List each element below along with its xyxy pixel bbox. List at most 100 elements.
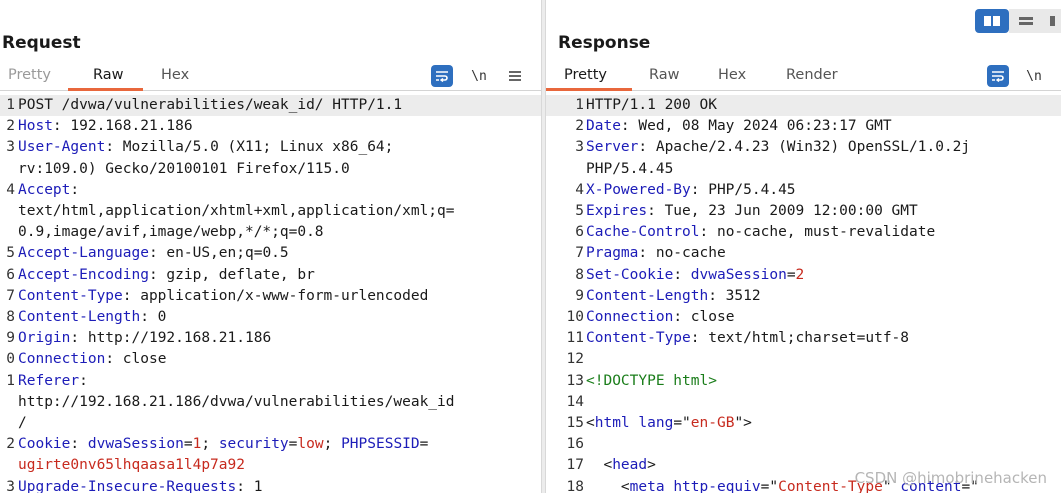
line-text: HTTP/1.1 200 OK	[586, 95, 717, 116]
code-line: 9 Origin: http://192.168.21.186	[0, 328, 541, 349]
value-token: 2	[795, 266, 805, 283]
text-token: <	[586, 415, 595, 432]
text-token: : 3512	[708, 287, 761, 304]
code-line: 4 Accept:	[0, 180, 541, 201]
code-line: 3 User-Agent: Mozilla/5.0 (X11; Linux x86…	[0, 137, 541, 158]
header-name: Set-Cookie	[586, 266, 674, 283]
line-number: 12	[566, 351, 584, 368]
line-text: Origin: http://192.168.21.186	[18, 328, 271, 349]
text-token: 0.9,image/avif,image/webp,*/*;q=0.8	[18, 224, 324, 241]
single-view-icon[interactable]	[1009, 9, 1043, 33]
newline-toggle-icon[interactable]: \n	[1023, 65, 1045, 87]
line-number: 14	[566, 393, 584, 410]
response-tab-hex[interactable]: Hex	[718, 67, 746, 83]
line-number	[0, 392, 18, 413]
code-line: 2 Cookie: dvwaSession=1; security=low; PH…	[0, 434, 541, 455]
line-text: Referer:	[18, 371, 88, 392]
text-token: : close	[105, 351, 167, 368]
header-name: Expires	[586, 203, 648, 220]
text-token: : close	[673, 309, 735, 326]
text-token: ;	[323, 436, 342, 453]
line-number: 0	[6, 351, 15, 368]
wrap-lines-icon[interactable]	[987, 65, 1009, 87]
line-text: Content-Length: 3512	[586, 286, 761, 307]
line-text: Cookie: dvwaSession=1; security=low; PHP…	[18, 434, 428, 455]
text-token: : en-US,en;q=0.5	[148, 245, 289, 262]
newline-toggle-icon[interactable]: \n	[468, 65, 490, 87]
text-token: : 1	[236, 478, 263, 493]
code-line: http://192.168.21.186/dvwa/vulnerabiliti…	[0, 392, 541, 413]
text-token: : gzip, deflate, br	[148, 266, 315, 283]
request-panel: Request Pretty Raw Hex \n 1 POST /dvwa/vu…	[0, 0, 541, 493]
line-text: <html lang="en-GB">	[586, 413, 752, 434]
line-number: 3	[6, 139, 15, 156]
line-text: Content-Type: application/x-www-form-url…	[18, 286, 428, 307]
line-number	[0, 222, 18, 243]
line-number: 2	[6, 118, 15, 135]
request-editor[interactable]: 1 POST /dvwa/vulnerabilities/weak_id/ HTT…	[0, 95, 541, 493]
line-number: 7	[6, 287, 15, 304]
line-text: Pragma: no-cache	[586, 243, 726, 264]
header-name: Server	[586, 139, 639, 156]
code-line: rv:109.0) Gecko/20100101 Firefox/115.0	[0, 159, 541, 180]
request-tabs: Pretty Raw Hex \n	[0, 62, 541, 91]
line-text: PHP/5.4.45	[586, 159, 673, 180]
header-name: dvwaSession	[87, 436, 184, 453]
code-line: 7 Pragma: no-cache	[546, 243, 1061, 264]
response-active-tab-underline	[546, 88, 632, 91]
text-token: PHP/5.4.45	[586, 160, 674, 177]
value-token: low	[297, 436, 324, 453]
header-name: lang	[638, 415, 674, 432]
header-name: Date	[586, 118, 621, 135]
line-text: Content-Length: 0	[18, 307, 166, 328]
line-text: <!DOCTYPE html>	[586, 371, 717, 392]
code-line: 8 Content-Length: 0	[0, 307, 541, 328]
line-number: 15	[566, 415, 584, 432]
code-line: 13 <!DOCTYPE html>	[546, 371, 1061, 392]
line-number: 11	[566, 330, 584, 347]
header-name: Accept	[18, 181, 71, 198]
split-view-icon[interactable]	[975, 9, 1009, 33]
request-tab-pretty[interactable]: Pretty	[8, 67, 51, 83]
collapse-view-icon[interactable]	[1043, 9, 1061, 33]
request-tab-hex[interactable]: Hex	[161, 67, 189, 83]
response-tab-render[interactable]: Render	[786, 67, 838, 83]
header-name: Host	[18, 118, 53, 135]
line-text: X-Powered-By: PHP/5.4.45	[586, 180, 796, 201]
wrap-lines-icon[interactable]	[431, 65, 453, 87]
text-token: : Wed, 08 May 2024 06:23:17 GMT	[620, 118, 892, 135]
response-editor[interactable]: 1 HTTP/1.1 200 OK 2 Date: Wed, 08 May 2024 …	[546, 95, 1061, 493]
text-token: : Tue, 23 Jun 2009 12:00:00 GMT	[647, 203, 918, 220]
line-text: Date: Wed, 08 May 2024 06:23:17 GMT	[586, 116, 892, 137]
header-name: Cookie	[18, 436, 71, 453]
code-line: 16	[546, 434, 1061, 455]
text-token: ">	[734, 415, 752, 432]
code-line: text/html,application/xhtml+xml,applicat…	[0, 201, 541, 222]
line-number: 1	[6, 97, 15, 113]
code-line: ugirte0nv65lhqaasa1l4p7a92	[0, 455, 541, 476]
line-number: 9	[575, 287, 584, 304]
line-text: Accept:	[18, 180, 79, 201]
text-token: : application/x-www-form-urlencoded	[122, 287, 429, 304]
header-name: Connection	[18, 351, 106, 368]
header-name: Accept-Language	[18, 245, 149, 262]
response-tab-pretty[interactable]: Pretty	[564, 67, 607, 83]
header-name: X-Powered-By	[586, 181, 691, 198]
code-line: 7 Content-Type: application/x-www-form-ur…	[0, 286, 541, 307]
code-line: 6 Cache-Control: no-cache, must-revalidat…	[546, 222, 1061, 243]
menu-icon[interactable]	[504, 65, 526, 87]
request-tab-raw[interactable]: Raw	[93, 67, 124, 83]
text-token: <	[586, 478, 630, 493]
header-name: head	[612, 457, 648, 474]
response-tab-raw[interactable]: Raw	[649, 67, 680, 83]
line-number: 2	[575, 118, 584, 135]
header-name: Referer	[18, 372, 80, 389]
line-number: 1	[6, 372, 15, 389]
header-name: Upgrade-Insecure-Requests	[18, 478, 237, 493]
line-text: Server: Apache/2.4.23 (Win32) OpenSSL/1.…	[586, 137, 970, 158]
line-text: Host: 192.168.21.186	[18, 116, 193, 137]
code-line: 5 Accept-Language: en-US,en;q=0.5	[0, 243, 541, 264]
code-line: 3 Server: Apache/2.4.23 (Win32) OpenSSL/1…	[546, 137, 1061, 158]
code-line: 11 Content-Type: text/html;charset=utf-8	[546, 328, 1061, 349]
